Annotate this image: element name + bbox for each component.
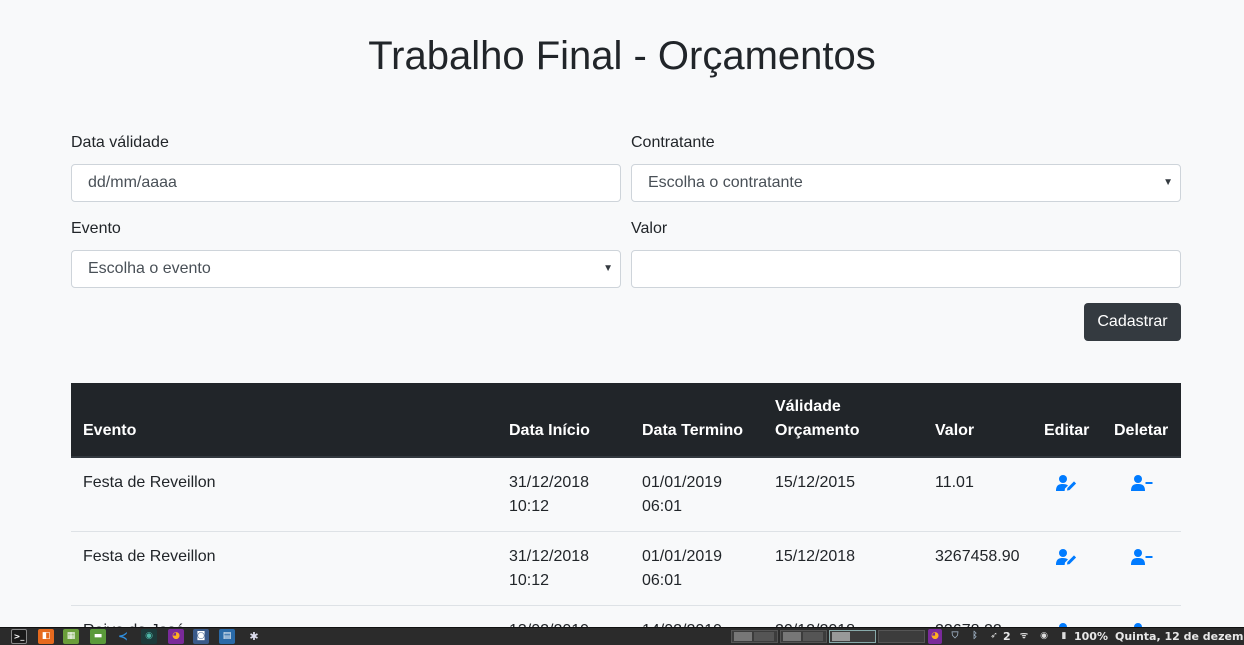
cell-validade: 15/12/2015: [775, 474, 856, 491]
data-validade-label: Data válidade: [71, 134, 169, 151]
user-edit-icon[interactable]: [1056, 474, 1078, 492]
cell-deletar: [1102, 531, 1181, 606]
cell-valor: 3267458.90: [923, 531, 1032, 606]
header-data-termino: Data Termino: [630, 383, 763, 458]
contratante-selected: Escolha o contratante: [648, 174, 803, 191]
desktop-taskbar: >_ ◧ ▦ ▬ ≺ ◉ ◕ ◙ ▤ ✱ ◕ ⛉ ᛒ ➶ 2 ᯤ ◉ ▮ 100…: [0, 627, 1244, 645]
cell-editar: [1032, 605, 1102, 627]
cell-evento: Festa de Reveillon: [71, 531, 497, 606]
table-row: Reivo do José 13/02/2019 14/02/2019 20/1…: [71, 605, 1181, 627]
package-manager-icon[interactable]: ◧: [38, 629, 54, 644]
bluetooth-icon[interactable]: ᛒ: [969, 629, 981, 644]
data-validade-input[interactable]: dd/mm/aaaa: [71, 164, 621, 202]
valor-label: Valor: [631, 220, 668, 237]
data-validade-group: Data válidade dd/mm/aaaa: [71, 133, 621, 202]
header-deletar: Deletar: [1102, 383, 1181, 458]
header-validade-orcamento: Válidade Orçamento: [763, 383, 923, 458]
cell-deletar: [1102, 457, 1181, 532]
settings-app-icon[interactable]: ▤: [219, 629, 235, 644]
volume-icon[interactable]: ◉: [1038, 629, 1050, 644]
clock[interactable]: Quinta, 12 de dezemb: [1115, 630, 1244, 644]
header-valor: Valor: [923, 383, 1032, 458]
screenshot-icon[interactable]: ◙: [193, 629, 209, 644]
evento-label: Evento: [71, 220, 121, 237]
firefox-icon[interactable]: ◕: [168, 629, 184, 644]
valor-group: Valor: [631, 219, 1181, 288]
cell-editar: [1032, 531, 1102, 606]
battery-level: 100%: [1074, 630, 1108, 643]
cell-valor: 11.01: [935, 474, 974, 491]
valor-input[interactable]: [631, 250, 1181, 288]
evento-select[interactable]: Escolha o evento ▼: [71, 250, 621, 288]
workspace-badge: 2: [1003, 630, 1011, 643]
calendar-icon[interactable]: ▦: [63, 629, 79, 644]
workspace-2[interactable]: [780, 630, 827, 643]
gitkraken-icon[interactable]: ◉: [141, 629, 157, 644]
firefox-tray-icon[interactable]: ◕: [928, 629, 942, 644]
chevron-down-icon: ▼: [603, 263, 613, 274]
table-header-row: Evento Data Início Data Termino Válidade…: [71, 383, 1181, 458]
cell-data-inicio: 31/12/2018 10:12: [497, 531, 630, 606]
header-evento: Evento: [71, 383, 497, 458]
cell-valor: 23678.22: [923, 605, 1032, 627]
cell-evento: Festa de Reveillon: [83, 474, 216, 491]
cadastrar-button[interactable]: Cadastrar: [1084, 303, 1181, 341]
cell-validade: 20/12/2018: [763, 605, 923, 627]
cell-editar: [1032, 457, 1102, 532]
wifi-icon[interactable]: ᯤ: [1018, 629, 1030, 644]
table-row: Festa de Reveillon 31/12/2018 10:12 01/0…: [71, 457, 1181, 532]
page-title: Trabalho Final - Orçamentos: [368, 34, 876, 78]
page: Trabalho Final - Orçamentos Data válidad…: [0, 0, 1244, 627]
contratante-label: Contratante: [631, 134, 715, 151]
workspace-4[interactable]: [878, 630, 925, 643]
cell-data-termino: 01/01/2019 06:01: [630, 531, 763, 606]
file-manager-icon[interactable]: ▬: [90, 629, 106, 644]
cell-data-inicio: 31/12/2018 10:12: [509, 474, 590, 515]
evento-selected: Escolha o evento: [88, 260, 211, 277]
cell-validade: 15/12/2018: [763, 531, 923, 606]
data-validade-placeholder: dd/mm/aaaa: [88, 174, 177, 191]
cell-data-termino: 14/02/2019: [630, 605, 763, 627]
terminal-icon[interactable]: >_: [11, 629, 27, 644]
launcher-icon[interactable]: ✱: [246, 629, 262, 644]
rocket-icon[interactable]: ➶: [988, 629, 1000, 644]
header-editar: Editar: [1032, 383, 1102, 458]
cell-data-inicio: 13/02/2019: [497, 605, 630, 627]
user-minus-icon[interactable]: [1130, 548, 1153, 566]
workspace-3[interactable]: [829, 630, 876, 643]
chevron-down-icon: ▼: [1163, 177, 1173, 188]
vscode-icon[interactable]: ≺: [115, 629, 131, 644]
contratante-select[interactable]: Escolha o contratante ▼: [631, 164, 1181, 202]
workspace-1[interactable]: [731, 630, 778, 643]
evento-group: Evento Escolha o evento ▼: [71, 219, 621, 288]
cell-evento: Reivo do José: [71, 605, 497, 627]
shield-icon[interactable]: ⛉: [949, 629, 961, 644]
user-edit-icon[interactable]: [1056, 548, 1078, 566]
table-row: Festa de Reveillon 31/12/2018 10:12 01/0…: [71, 531, 1181, 606]
header-data-inicio: Data Início: [497, 383, 630, 458]
cell-deletar: [1102, 605, 1181, 627]
contratante-group: Contratante Escolha o contratante ▼: [631, 133, 1181, 202]
orcamentos-table: Evento Data Início Data Termino Válidade…: [71, 383, 1181, 627]
battery-icon: ▮: [1061, 631, 1067, 641]
user-minus-icon[interactable]: [1130, 474, 1153, 492]
cell-data-termino: 01/01/2019 06:01: [642, 474, 723, 515]
